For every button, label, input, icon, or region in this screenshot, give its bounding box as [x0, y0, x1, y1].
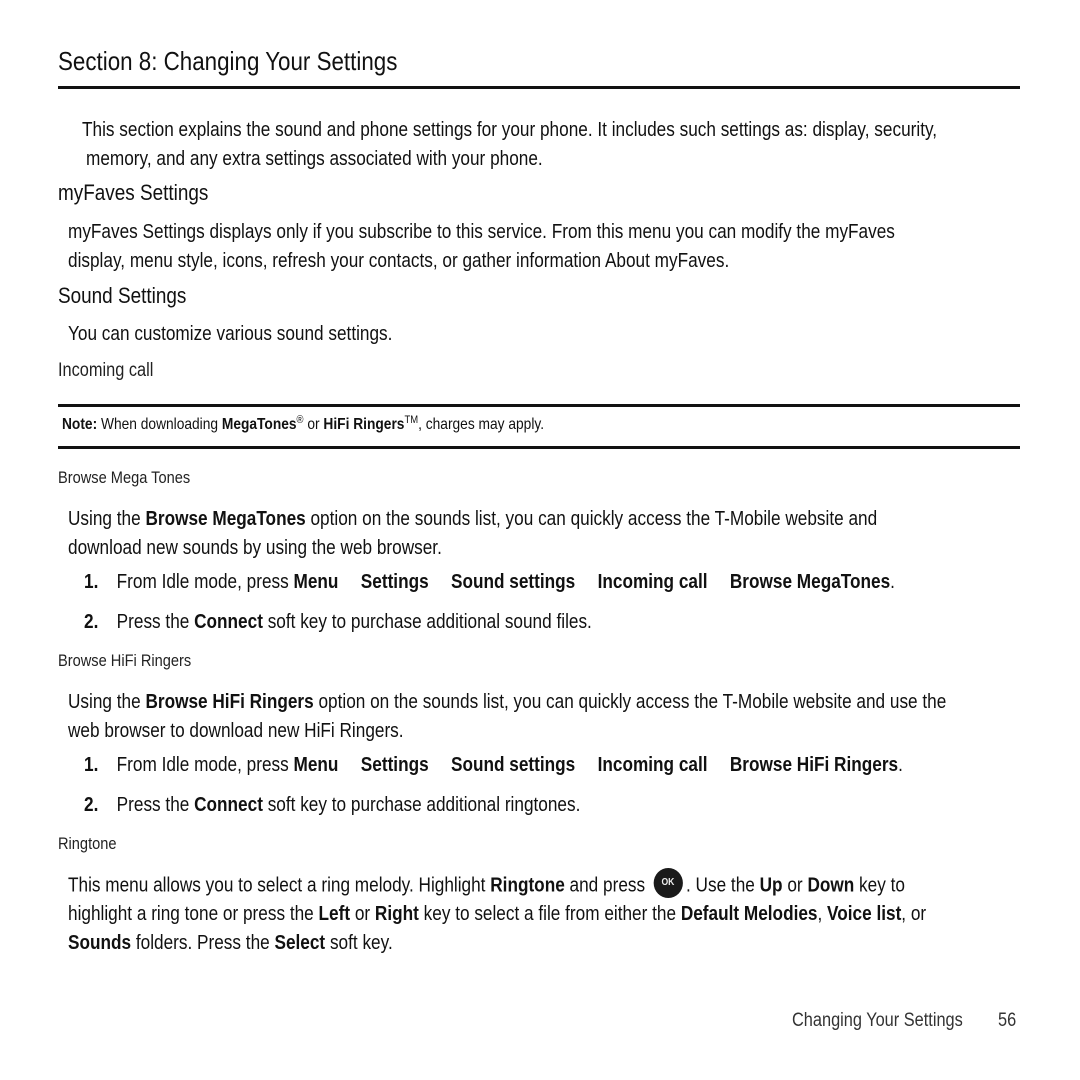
ringtone-line-3: Sounds folders. Press the Select soft ke… — [68, 932, 393, 954]
title-rule — [58, 86, 1020, 89]
browse-mega-tones-heading: Browse Mega Tones — [58, 468, 191, 487]
path-incoming-call: Incoming call — [597, 571, 708, 593]
mega-line-2: download new sounds by using the web bro… — [68, 537, 442, 559]
path-browse-megatones: Browse MegaTones — [729, 571, 891, 593]
path-settings: Settings — [360, 754, 429, 776]
sound-settings-text: You can customize various sound settings… — [68, 323, 393, 345]
page-number: 56 — [998, 1010, 1017, 1031]
ringtone-heading: Ringtone — [58, 834, 117, 853]
intro-line-2: memory, and any extra settings associate… — [86, 148, 543, 170]
path-incoming-call: Incoming call — [597, 754, 708, 776]
note: Note: When downloading MegaTones® or HiF… — [62, 414, 545, 433]
ringtone-line-1: This menu allows you to select a ring me… — [68, 868, 905, 901]
mega-step-1: 1. From Idle mode, press Menu Settings Soun… — [84, 571, 895, 593]
path-sound-settings: Sound settings — [451, 754, 576, 776]
hifi-ringers-brand: HiFi Ringers — [323, 416, 405, 433]
megatones-brand: MegaTones — [221, 416, 297, 433]
hifi-line-2: web browser to download new HiFi Ringers… — [68, 720, 404, 742]
intro-line-1: This section explains the sound and phon… — [82, 119, 938, 141]
path-settings: Settings — [360, 571, 429, 593]
myfaves-line-1: myFaves Settings displays only if you su… — [68, 221, 895, 243]
hifi-step-1: 1. From Idle mode, press Menu Settings Soun… — [84, 754, 903, 776]
note-top-rule — [58, 404, 1020, 407]
note-bottom-rule — [58, 446, 1020, 449]
sound-settings-heading: Sound Settings — [58, 283, 187, 308]
hifi-line-1: Using the Browse HiFi Ringers option on … — [68, 691, 947, 713]
myfaves-heading: myFaves Settings — [58, 180, 209, 205]
myfaves-line-2: display, menu style, icons, refresh your… — [68, 250, 730, 272]
path-menu: Menu — [293, 754, 339, 776]
browse-hifi-ringers-heading: Browse HiFi Ringers — [58, 651, 192, 670]
ringtone-line-2: highlight a ring tone or press the Left … — [68, 903, 927, 925]
path-menu: Menu — [293, 571, 339, 593]
path-sound-settings: Sound settings — [451, 571, 576, 593]
path-browse-hifi-ringers: Browse HiFi Ringers — [729, 754, 899, 776]
note-label: Note: — [62, 416, 98, 433]
incoming-call-heading: Incoming call — [58, 360, 154, 381]
page-title: Section 8: Changing Your Settings — [58, 46, 398, 76]
footer-section-name: Changing Your Settings — [792, 1010, 963, 1031]
hifi-step-2: 2. Press the Connect soft key to purchase… — [84, 794, 581, 816]
mega-line-1: Using the Browse MegaTones option on the… — [68, 508, 878, 530]
mega-step-2: 2. Press the Connect soft key to purchase… — [84, 611, 592, 633]
ok-key-icon: OK — [653, 868, 683, 898]
